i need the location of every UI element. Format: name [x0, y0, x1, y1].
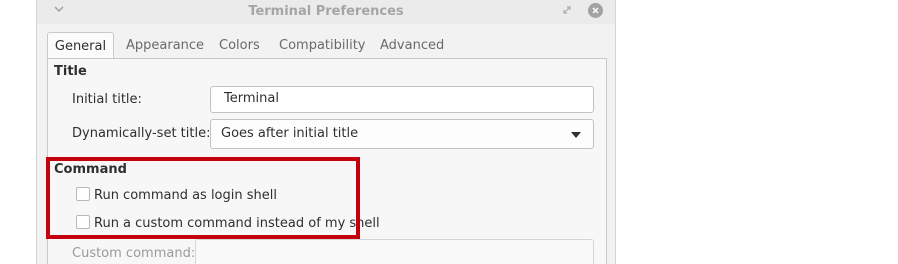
custom-command-label: Run a custom command instead of my shell — [94, 216, 380, 231]
login-shell-option[interactable]: Run command as login shell — [76, 187, 277, 203]
tab-compatibility[interactable]: Compatibility — [279, 32, 366, 59]
custom-command-checkbox[interactable] — [76, 215, 90, 229]
close-icon[interactable] — [588, 3, 603, 18]
preferences-window: Terminal Preferences General Appearance … — [36, 0, 616, 264]
window-title: Terminal Preferences — [248, 4, 404, 19]
dropdown-arrow-icon — [571, 132, 581, 138]
tab-general[interactable]: General — [47, 32, 114, 59]
general-panel: Title Initial title: Terminal Dynamicall… — [47, 58, 607, 264]
custom-command-field-label: Custom command: — [72, 246, 196, 261]
custom-command-input[interactable] — [195, 239, 594, 264]
initial-title-input[interactable]: Terminal — [210, 86, 594, 113]
command-section-heading: Command — [54, 162, 127, 177]
tab-advanced[interactable]: Advanced — [380, 32, 444, 59]
title-bar: Terminal Preferences — [37, 0, 615, 24]
restore-icon[interactable] — [561, 4, 573, 16]
dynamic-title-value: Goes after initial title — [221, 126, 359, 141]
login-shell-label: Run command as login shell — [94, 188, 277, 203]
tab-colors[interactable]: Colors — [219, 32, 260, 59]
dynamic-title-dropdown[interactable]: Goes after initial title — [210, 119, 594, 149]
dynamic-title-label: Dynamically-set title: — [72, 126, 211, 141]
login-shell-checkbox[interactable] — [76, 187, 90, 201]
title-section-heading: Title — [54, 64, 87, 79]
initial-title-label: Initial title: — [72, 92, 142, 107]
tab-appearance[interactable]: Appearance — [126, 32, 204, 59]
custom-command-option[interactable]: Run a custom command instead of my shell — [76, 215, 380, 231]
